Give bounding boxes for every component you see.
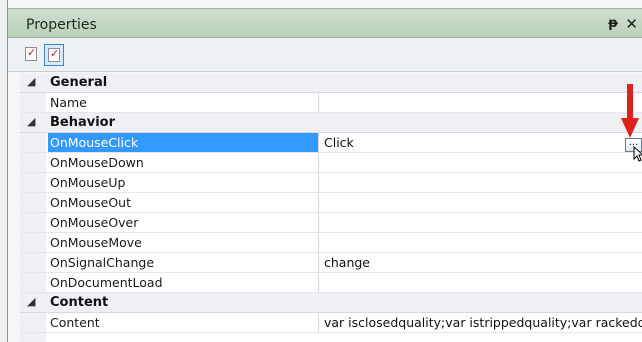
collapse-icon[interactable]: ◢ — [27, 115, 35, 128]
property-name: Name — [50, 95, 87, 110]
property-value-cell[interactable] — [318, 93, 642, 112]
panel-titlebar[interactable]: Properties ᵽ ✕ — [8, 8, 642, 38]
property-value-cell[interactable]: var isclosedquality;var istrippedquality… — [318, 313, 642, 332]
red-arrow-annotation — [621, 84, 639, 138]
property-row-ondocumentload[interactable]: OnDocumentLoad — [20, 273, 642, 293]
panel-title: Properties — [26, 17, 97, 33]
property-row-onmousedown[interactable]: OnMouseDown — [20, 153, 642, 173]
property-row-onsignalchange[interactable]: OnSignalChange change — [20, 253, 642, 273]
collapse-icon[interactable]: ◢ — [27, 75, 35, 88]
property-name: OnMouseDown — [50, 155, 144, 170]
category-label: Content — [50, 295, 109, 310]
property-row-onmouseover[interactable]: OnMouseOver — [20, 213, 642, 233]
categorized-icon: ✓ — [25, 46, 37, 61]
property-value-cell[interactable] — [318, 153, 642, 172]
categorized-button[interactable]: ✓ — [22, 44, 42, 66]
property-value: var isclosedquality;var istrippedquality… — [324, 315, 642, 330]
property-value: Click — [324, 135, 354, 150]
mouse-cursor-icon — [633, 146, 642, 162]
category-label: Behavior — [50, 115, 116, 130]
category-behavior[interactable]: ◢ Behavior — [20, 113, 642, 133]
property-row-onmouseup[interactable]: OnMouseUp — [20, 173, 642, 193]
property-name: Content — [50, 315, 100, 330]
category-general[interactable]: ◢ General — [20, 73, 642, 93]
property-value: change — [324, 255, 371, 270]
category-content[interactable]: ◢ Content — [20, 293, 642, 313]
property-value-cell[interactable] — [318, 233, 642, 252]
close-icon[interactable]: ✕ — [625, 15, 638, 33]
property-row-onmouseclick[interactable]: OnMouseClick Click — [20, 133, 642, 153]
property-value-cell[interactable]: Click — [318, 133, 642, 152]
property-name: OnMouseOut — [50, 195, 131, 210]
property-value-cell[interactable] — [318, 173, 642, 192]
property-name: OnMouseOver — [50, 215, 139, 230]
properties-toolbar: ✓ ✓ — [8, 38, 642, 72]
property-row-content[interactable]: Content var isclosedquality;var istrippe… — [20, 313, 642, 333]
property-row-name[interactable]: Name — [20, 93, 642, 113]
property-name: OnSignalChange — [50, 255, 155, 270]
collapse-icon[interactable]: ◢ — [27, 295, 35, 308]
property-value-cell[interactable] — [318, 273, 642, 292]
property-name: OnMouseClick — [48, 133, 318, 152]
pin-icon[interactable]: ᵽ — [608, 16, 618, 31]
events-icon: ✓ — [48, 47, 60, 62]
property-name: OnMouseMove — [50, 235, 142, 250]
property-value-cell[interactable]: change — [318, 253, 642, 272]
events-button[interactable]: ✓ — [44, 44, 64, 66]
property-value-cell[interactable] — [318, 213, 642, 232]
category-label: General — [50, 75, 108, 90]
property-name: OnDocumentLoad — [50, 275, 163, 290]
property-name: OnMouseUp — [50, 175, 126, 190]
property-row-onmouseout[interactable]: OnMouseOut — [20, 193, 642, 213]
property-value-cell[interactable] — [318, 193, 642, 212]
property-row-onmousemove[interactable]: OnMouseMove — [20, 233, 642, 253]
